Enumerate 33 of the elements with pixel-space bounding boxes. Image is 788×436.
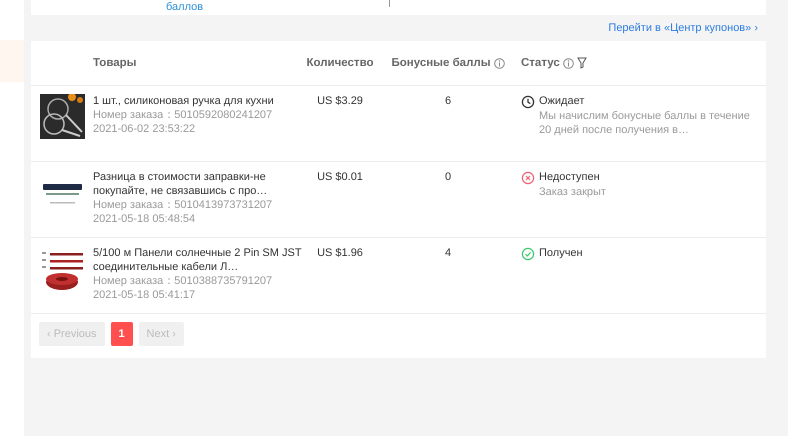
product-title[interactable]: 1 шт., силиконовая ручка для кухни — [93, 94, 274, 108]
order-date: 2021-05-18 05:48:54 — [93, 212, 196, 226]
price: US $3.29 — [317, 95, 363, 107]
order-date: 2021-06-02 23:53:22 — [93, 122, 196, 136]
info-icon — [494, 58, 505, 68]
order-number: Номер заказа：5010413973731207 — [93, 198, 272, 212]
bonus-points: 0 — [444, 171, 452, 183]
status-note: Заказ закрыт — [539, 185, 607, 199]
column-header: Товары — [93, 57, 136, 69]
product-title[interactable]: 5/100 м Панели солнечные 2 Pin SM JST соединительные кабели Л… — [93, 246, 305, 274]
bonus-points: 4 — [444, 247, 452, 259]
check-circle-icon — [521, 247, 535, 261]
coupon-center-link[interactable]: Перейти в «Центр купонов» › — [608, 21, 758, 35]
points-link[interactable]: баллов — [166, 0, 204, 15]
status-label: Ожидает — [539, 94, 586, 108]
clock-icon — [521, 95, 535, 109]
product-title[interactable]: Разница в стоимости заправки-не покупайте, не связавшись с про… — [93, 170, 305, 198]
price: US $1.96 — [317, 247, 363, 259]
info-icon — [562, 58, 574, 68]
filter-icon — [576, 57, 587, 69]
cross-circle-icon — [521, 171, 535, 185]
column-header: Количество — [306, 56, 374, 70]
bonus-points: 6 — [444, 95, 452, 107]
price: US $0.01 — [317, 171, 363, 183]
page-button[interactable]: 1 — [110, 322, 133, 346]
column-header: Статус — [521, 57, 560, 69]
status-label: Получен — [539, 246, 584, 260]
order-number: Номер заказа：5010388735791207 — [93, 274, 272, 288]
order-date: 2021-05-18 05:41:17 — [93, 288, 196, 302]
column-header: Бонусные баллы — [391, 57, 491, 69]
status-note: Мы начислим бонусные баллы в течение 20 дней после получения в… — [539, 109, 751, 137]
order-number: Номер заказа：5010592080241207 — [93, 108, 272, 122]
status-label: Недоступен — [539, 170, 601, 184]
